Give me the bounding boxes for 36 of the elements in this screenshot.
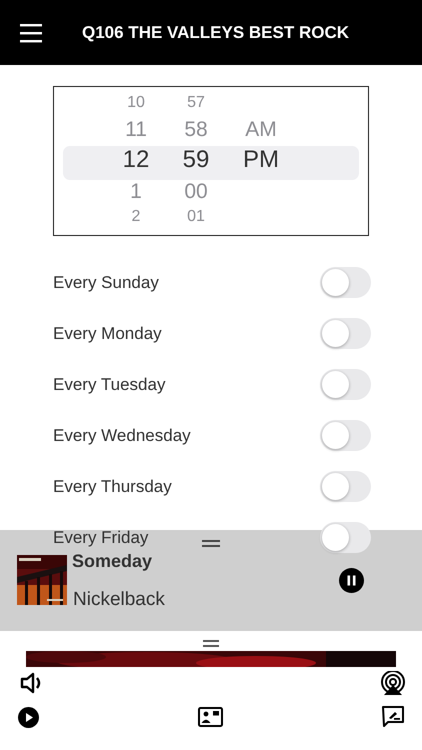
compose-message-icon[interactable]	[382, 706, 404, 728]
toggle-switch[interactable]	[320, 318, 371, 349]
picker-value[interactable]: 57	[187, 95, 205, 111]
picker-value[interactable]: 1	[130, 180, 142, 202]
airplay-icon[interactable]	[380, 671, 406, 695]
toggle-switch[interactable]	[320, 267, 371, 298]
artist-name: Nickelback	[73, 589, 165, 611]
picker-value[interactable]: 2	[132, 209, 140, 225]
day-label: Every Friday	[53, 528, 148, 548]
toggle-switch[interactable]	[320, 522, 371, 553]
station-title: Q106 THE VALLEYS BEST ROCK	[82, 22, 350, 42]
contact-card-icon[interactable]	[198, 707, 223, 727]
day-label: Every Monday	[53, 324, 162, 344]
pause-icon[interactable]	[339, 568, 364, 593]
toggle-switch[interactable]	[320, 471, 371, 502]
picker-value[interactable]: 01	[187, 209, 205, 225]
day-label: Every Tuesday	[53, 374, 166, 394]
picker-value[interactable]: 10	[127, 95, 145, 111]
song-title: Someday	[72, 551, 152, 572]
picker-value[interactable]: 11	[125, 118, 147, 140]
toggle-switch[interactable]	[320, 420, 371, 451]
play-icon[interactable]	[18, 706, 39, 728]
toggle-switch[interactable]	[320, 369, 371, 400]
picker-value[interactable]: 59	[182, 148, 210, 172]
drag-handle-icon[interactable]	[203, 640, 219, 647]
picker-value[interactable]: 58	[184, 118, 208, 140]
day-label: Every Sunday	[53, 272, 159, 292]
day-label: Every Thursday	[53, 476, 172, 496]
day-label: Every Wednesday	[53, 426, 191, 446]
picker-value[interactable]: 12	[122, 148, 150, 172]
picker-value[interactable]: AM	[245, 118, 277, 140]
menu-icon[interactable]	[20, 22, 42, 42]
time-picker[interactable]: 10 11 12 1 2 57 58 59 00 01 AM PM	[53, 86, 369, 236]
picker-value[interactable]: 00	[184, 180, 208, 202]
drag-handle-icon[interactable]	[202, 540, 220, 547]
picker-value[interactable]: PM	[243, 148, 279, 172]
